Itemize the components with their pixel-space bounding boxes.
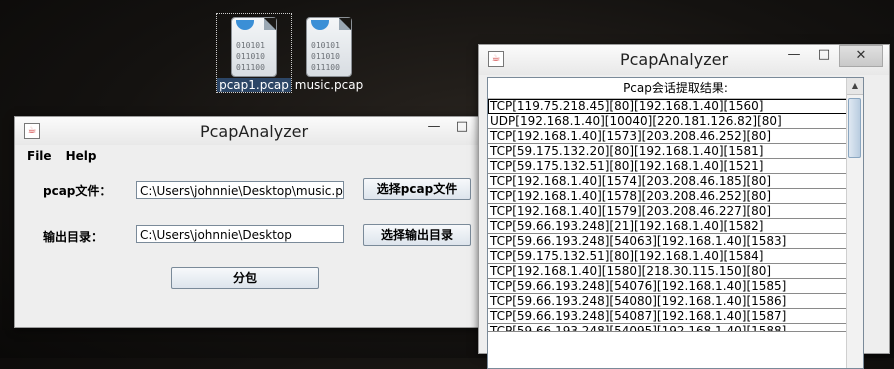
list-item[interactable]: TCP[59.66.193.248][54076][192.168.1.40][… <box>488 279 863 294</box>
list-item[interactable]: TCP[192.168.1.40][1580][218.30.115.150][… <box>488 264 863 279</box>
menu-file[interactable]: File <box>27 149 52 163</box>
pcap-file-icon: 010101 011010 011100 <box>307 18 351 76</box>
list-item[interactable]: TCP[59.66.193.248][54095][192.168.1.40][… <box>488 324 863 332</box>
title-bar[interactable]: ☕ PcapAnalyzer — □ <box>15 117 493 145</box>
window-title: PcapAnalyzer <box>199 122 309 141</box>
pcap-file-field[interactable]: C:\Users\johnnie\Desktop\music.pcap <box>136 181 344 199</box>
output-dir-field[interactable]: C:\Users\johnnie\Desktop <box>136 225 344 243</box>
desktop-file-music[interactable]: 010101 011010 011100 music.pcap <box>292 14 366 92</box>
maximize-button[interactable]: □ <box>813 45 835 65</box>
desktop-file-pcap1[interactable]: 010101 011010 011100 pcap1.pcap <box>216 13 292 93</box>
menu-help[interactable]: Help <box>66 149 97 163</box>
list-item[interactable]: TCP[119.75.218.45][80][192.168.1.40][156… <box>488 99 863 114</box>
list-item[interactable]: TCP[192.168.1.40][1579][203.208.46.227][… <box>488 204 863 219</box>
title-bar[interactable]: ☕ PcapAnalyzer — □ ✕ <box>479 45 889 75</box>
scrollbar-thumb[interactable] <box>848 98 861 158</box>
minimize-button[interactable]: — <box>423 117 445 137</box>
maximize-button[interactable]: □ <box>451 117 473 137</box>
list-item[interactable]: TCP[192.168.1.40][1573][203.208.46.252][… <box>488 129 863 144</box>
choose-pcap-button[interactable]: 选择pcap文件 <box>363 178 471 200</box>
split-button[interactable]: 分包 <box>171 267 319 289</box>
list-item[interactable]: TCP[59.66.193.248][54080][192.168.1.40][… <box>488 294 863 309</box>
pcap-file-icon: 010101 011010 011100 <box>232 18 276 76</box>
list-item[interactable]: TCP[59.66.193.248][54063][192.168.1.40][… <box>488 234 863 249</box>
minimize-button[interactable]: — <box>783 45 805 65</box>
vertical-scrollbar[interactable]: ▲ <box>846 78 863 368</box>
choose-output-button[interactable]: 选择输出目录 <box>363 224 471 246</box>
list-item[interactable]: UDP[192.168.1.40][10040][220.181.126.82]… <box>488 114 863 129</box>
list-item[interactable]: TCP[192.168.1.40][1578][203.208.46.252][… <box>488 189 863 204</box>
desktop-file-label: pcap1.pcap <box>217 78 291 92</box>
output-dir-label: 输出目录： <box>43 230 104 244</box>
desktop-file-label: music.pcap <box>294 78 364 92</box>
list-item[interactable]: TCP[59.175.132.51][80][192.168.1.40][152… <box>488 159 863 174</box>
close-button[interactable]: ✕ <box>839 45 883 67</box>
result-window: ☕ PcapAnalyzer — □ ✕ Pcap会话提取结果: TCP[119… <box>478 44 890 369</box>
list-item[interactable]: TCP[59.66.193.248][54087][192.168.1.40][… <box>488 309 863 324</box>
list-header: Pcap会话提取结果: <box>488 78 863 99</box>
scroll-up-icon[interactable]: ▲ <box>847 78 863 95</box>
list-item[interactable]: TCP[59.175.132.51][80][192.168.1.40][158… <box>488 249 863 264</box>
list-item[interactable]: TCP[59.175.132.20][80][192.168.1.40][158… <box>488 144 863 159</box>
main-window: ☕ PcapAnalyzer — □ File Help pcap文件： C:\… <box>14 116 494 328</box>
list-item[interactable]: TCP[192.168.1.40][1574][203.208.46.185][… <box>488 174 863 189</box>
pcap-file-label: pcap文件： <box>43 184 112 198</box>
session-list[interactable]: Pcap会话提取结果: TCP[119.75.218.45][80][192.1… <box>487 77 864 369</box>
session-rows: TCP[119.75.218.45][80][192.168.1.40][156… <box>488 99 863 332</box>
menu-bar: File Help <box>15 145 493 167</box>
list-item[interactable]: TCP[59.66.193.248][21][192.168.1.40][158… <box>488 219 863 234</box>
